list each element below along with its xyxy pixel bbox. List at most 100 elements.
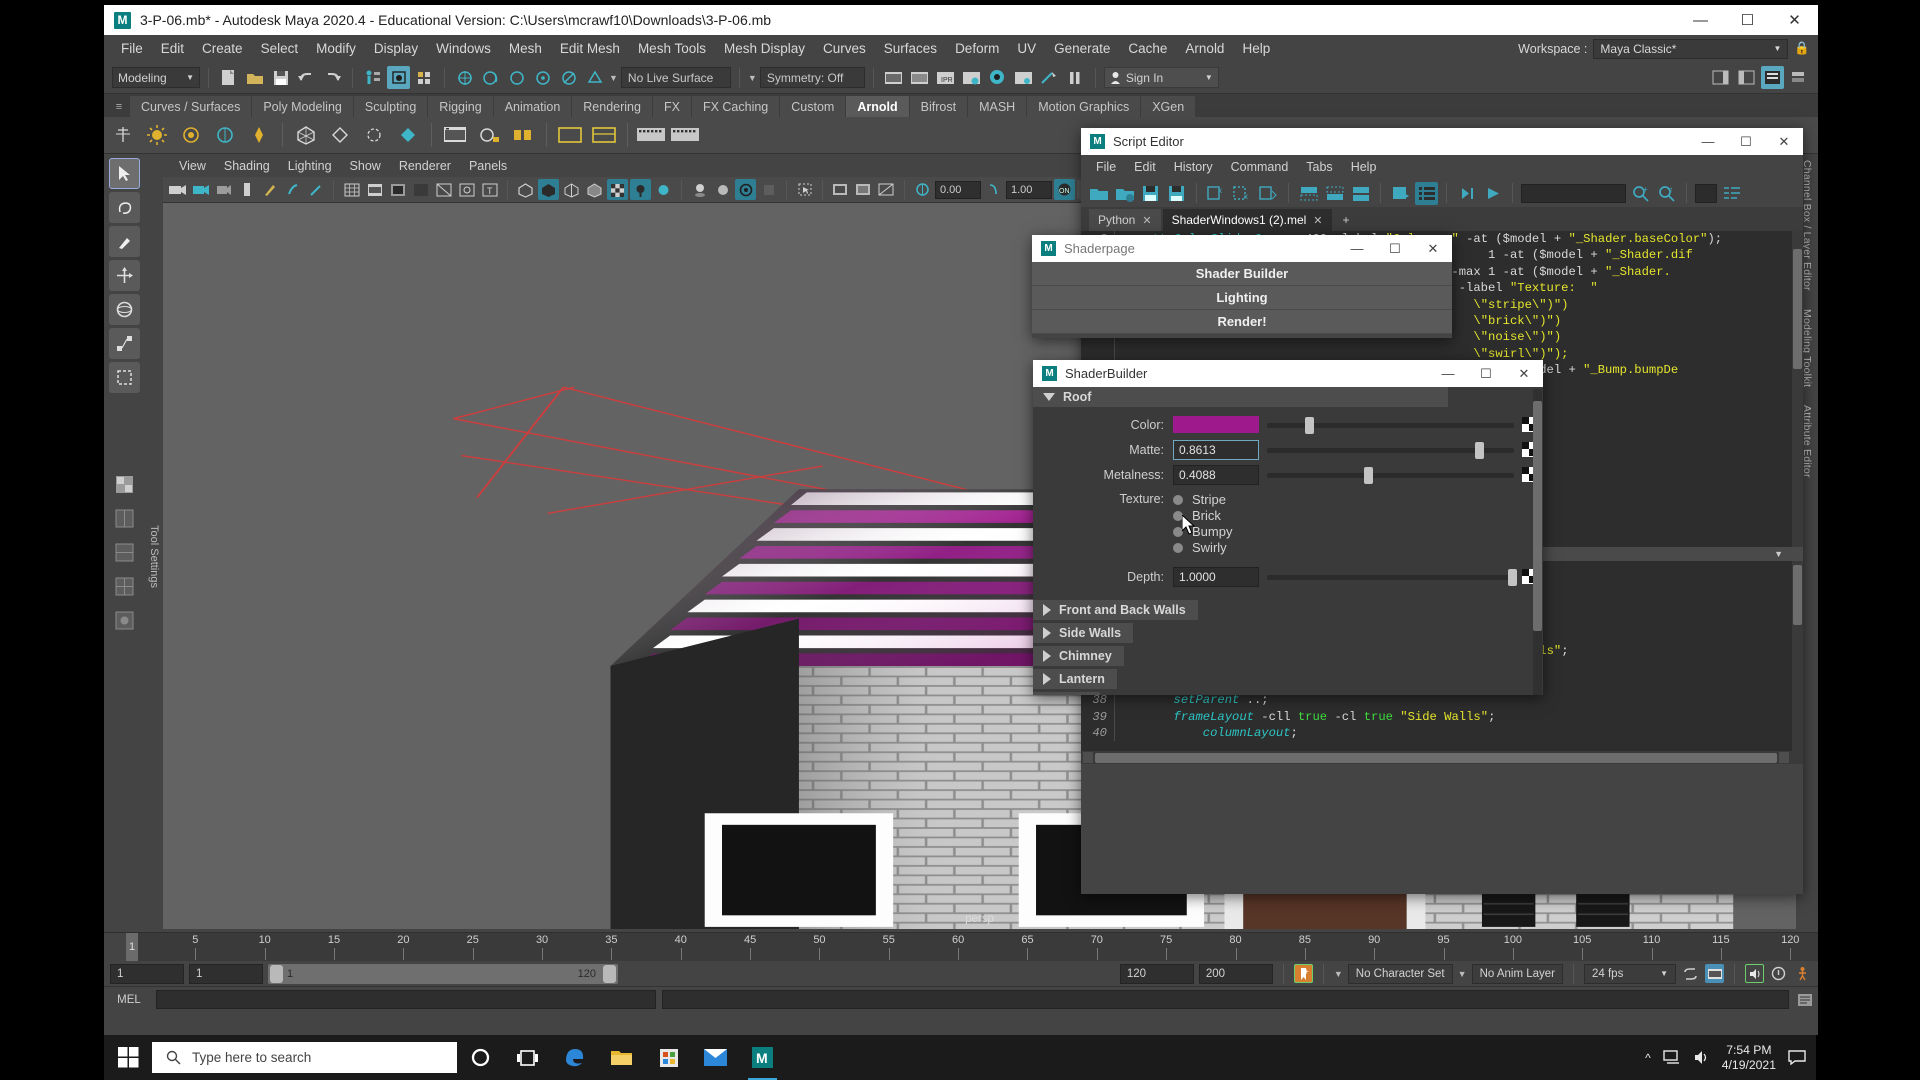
texture-option-swirly[interactable]: Swirly (1173, 540, 1232, 555)
taskbar-clock[interactable]: 7:54 PM 4/19/2021 (1722, 1043, 1776, 1073)
gamma-reset-icon[interactable] (983, 179, 1004, 200)
close-icon[interactable]: ✕ (1142, 214, 1151, 227)
select-camera-icon[interactable] (167, 179, 188, 200)
menu-item-modify[interactable]: Modify (307, 35, 365, 62)
execute-all-icon[interactable] (1389, 182, 1412, 205)
snap-to-curve-icon[interactable] (479, 66, 502, 89)
shaderbuilder-scroll-area[interactable]: Roof Color: Matte: 0.8613 Metalness: 0.4… (1033, 387, 1543, 695)
task-view-icon[interactable] (504, 1035, 551, 1080)
save-script-icon[interactable] (1139, 182, 1162, 205)
mel-input[interactable] (156, 990, 656, 1009)
rotate-tool-button[interactable] (109, 294, 140, 325)
playback-end-field[interactable]: 200 (1198, 963, 1273, 984)
shelf-tab-motion-graphics[interactable]: Motion Graphics (1027, 96, 1141, 117)
snap-to-grid-icon[interactable] (453, 66, 476, 89)
menu-item-help[interactable]: Help (1233, 35, 1279, 62)
time-ticks[interactable]: 1 5 10 15 20 25 30 35 40 45 50 55 60 65 70 75 80 85 90 95 1… (126, 933, 1818, 961)
signin-dropdown[interactable]: Sign In ▼ (1103, 67, 1219, 88)
screen-space-ao-icon[interactable] (689, 179, 710, 200)
shelf-tab-xgen[interactable]: XGen (1141, 96, 1196, 117)
section-header-chimney[interactable]: Chimney (1033, 646, 1124, 666)
menu-item-curves[interactable]: Curves (814, 35, 875, 62)
viewport-menu-show[interactable]: Show (342, 154, 389, 177)
viewport-menu-renderer[interactable]: Renderer (391, 154, 459, 177)
smooth-shade-all-icon[interactable] (538, 179, 559, 200)
toggle-isolate-icon[interactable] (1038, 66, 1061, 89)
menu-item-uv[interactable]: UV (1008, 35, 1045, 62)
shaderpage-button-lighting[interactable]: Lighting (1032, 286, 1452, 310)
lasso-tool-button[interactable] (109, 192, 140, 223)
close-button[interactable]: ✕ (1771, 5, 1818, 35)
texture-radio-group[interactable]: Stripe Brick Bumpy Swirly (1173, 491, 1232, 555)
section-header-door[interactable]: Door (1033, 692, 1101, 695)
arnold-flush-caches-icon[interactable] (508, 120, 538, 150)
menu-item-cache[interactable]: Cache (1119, 35, 1176, 62)
section-header-front-and-back-walls[interactable]: Front and Back Walls (1033, 600, 1198, 620)
last-tool-button[interactable] (109, 362, 140, 393)
menu-item-mesh[interactable]: Mesh (500, 35, 551, 62)
paint-select-tool-button[interactable] (109, 226, 140, 257)
matte-field[interactable]: 0.8613 (1173, 439, 1259, 460)
text-overlay-icon[interactable]: T (479, 179, 500, 200)
sidebar-toggle-1-icon[interactable] (1709, 66, 1732, 89)
shelf-tab-fx[interactable]: FX (652, 96, 691, 117)
execute-icon[interactable] (1481, 182, 1504, 205)
matte-slider[interactable] (1267, 440, 1514, 460)
menu-item-select[interactable]: Select (252, 35, 308, 62)
arnold-light-manager-icon[interactable] (589, 120, 619, 150)
matte-slider-knob[interactable] (1475, 441, 1485, 459)
arnold-open-render-view-icon[interactable] (474, 120, 504, 150)
microsoft-store-icon[interactable] (645, 1035, 692, 1080)
cut-icon[interactable]: x (1205, 182, 1228, 205)
metalness-field[interactable]: 0.4088 (1173, 464, 1259, 485)
shelf-tab-bifrost[interactable]: Bifrost (909, 96, 968, 117)
depth-slider-knob[interactable] (1507, 568, 1517, 586)
input-scrollbar[interactable] (1792, 561, 1803, 751)
mail-icon[interactable] (692, 1035, 739, 1080)
workspace-dropdown[interactable]: Maya Classic* ▼ (1593, 38, 1789, 59)
search-input[interactable] (1521, 183, 1626, 203)
hypershade-icon[interactable] (986, 66, 1009, 89)
menu-item-mesh-display[interactable]: Mesh Display (715, 35, 814, 62)
search-field-small[interactable] (1695, 183, 1717, 203)
close-button[interactable]: ✕ (1414, 235, 1452, 262)
search-previous-icon[interactable]: ↑ (1655, 182, 1678, 205)
script-tab-python[interactable]: Python ✕ (1089, 209, 1161, 231)
arnold-mesh-light-icon[interactable] (176, 120, 206, 150)
move-tool-button[interactable] (109, 260, 140, 291)
ipr-render-icon[interactable] (908, 66, 931, 89)
close-icon[interactable]: ✕ (1313, 214, 1322, 227)
texture-option-bumpy[interactable]: Bumpy (1173, 524, 1232, 539)
select-tool-button[interactable] (109, 158, 140, 189)
undo-icon[interactable] (295, 66, 318, 89)
sidebar-toggle-2-icon[interactable] (1735, 66, 1758, 89)
viewport-menu-view[interactable]: View (171, 154, 214, 177)
script-tab-shaderwindows1-2-mel[interactable]: ShaderWindows1 (2).mel ✕ (1162, 209, 1332, 231)
viewport-layout-persp-outliner-icon[interactable] (109, 537, 140, 568)
snap-to-point-icon[interactable] (505, 66, 528, 89)
select-by-component-icon[interactable] (413, 66, 436, 89)
paste-icon[interactable] (1257, 182, 1280, 205)
shelf-tab-animation[interactable]: Animation (493, 96, 572, 117)
arnold-sky-icon[interactable] (393, 120, 423, 150)
shelf-tab-fx-caching[interactable]: FX Caching (691, 96, 780, 117)
use-all-lights-icon[interactable] (630, 179, 651, 200)
menu-item-edit[interactable]: Edit (152, 35, 193, 62)
script-menu-tabs[interactable]: Tabs (1297, 160, 1341, 174)
range-start2-field[interactable]: 1 (189, 963, 263, 984)
menu-item-deform[interactable]: Deform (946, 35, 1008, 62)
output-scroll-thumb[interactable] (1793, 249, 1802, 369)
section-header-roof[interactable]: Roof (1033, 387, 1448, 407)
menu-item-create[interactable]: Create (193, 35, 252, 62)
arnold-skydome-light-icon[interactable] (142, 120, 172, 150)
viewport-layout-single-icon[interactable] (109, 469, 140, 500)
wireframe-shading-icon[interactable] (515, 179, 536, 200)
arnold-render-icon[interactable] (440, 120, 470, 150)
gate-mask-icon[interactable] (410, 179, 431, 200)
select-by-hierarchy-icon[interactable] (361, 66, 384, 89)
render-settings-icon[interactable]: IPR (934, 66, 957, 89)
menu-item-edit-mesh[interactable]: Edit Mesh (551, 35, 629, 62)
color-slider-knob[interactable] (1304, 416, 1314, 434)
character-set-dropdown[interactable]: No Character Set (1347, 963, 1453, 984)
menu-item-generate[interactable]: Generate (1045, 35, 1119, 62)
